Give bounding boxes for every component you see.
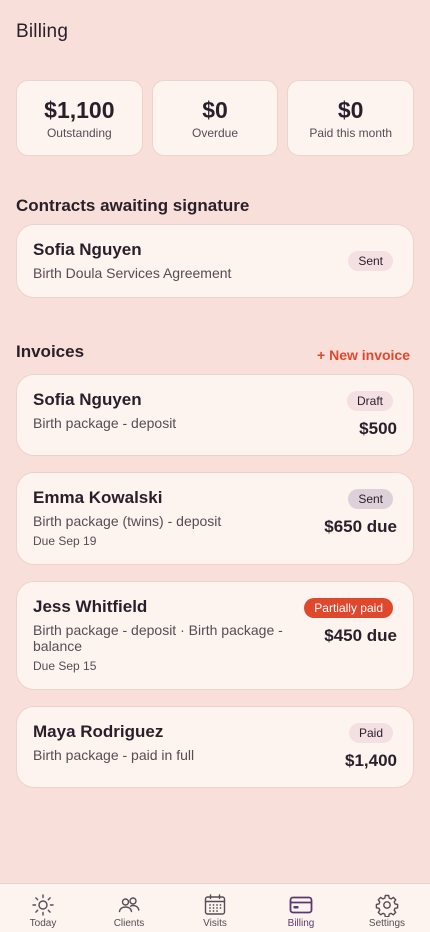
tab-settings[interactable]: Settings: [344, 884, 430, 932]
invoice-amount: $500: [359, 419, 397, 438]
invoice-card[interactable]: Maya Rodriguez Birth package - paid in f…: [16, 706, 414, 788]
client-name: Sofia Nguyen: [33, 390, 142, 409]
invoice-amount: $450 due: [324, 626, 397, 645]
tab-label: Visits: [203, 918, 227, 929]
gear-icon: [375, 894, 399, 917]
contracts-section-title: Contracts awaiting signature: [16, 196, 250, 215]
tab-bar: Today Clients Visits Billing Settings: [0, 883, 430, 932]
status-badge: Sent: [348, 251, 393, 271]
invoices-section-title: Invoices: [16, 342, 85, 361]
stat-label: Outstanding: [46, 126, 112, 140]
card-icon: [289, 896, 313, 914]
tab-visits[interactable]: Visits: [172, 884, 258, 932]
invoice-description: Birth package - deposit · Birth package …: [33, 622, 283, 654]
description-line: balance: [33, 638, 83, 654]
invoice-description: Birth package - paid in full: [33, 747, 195, 763]
stat-overdue[interactable]: $0 Overdue: [151, 80, 279, 156]
invoice-card[interactable]: Emma Kowalski Birth package (twins) - de…: [16, 472, 414, 565]
invoice-amount: $650 due: [324, 517, 397, 536]
page-title: Billing: [16, 21, 69, 42]
due-date: Due Sep 15: [33, 659, 97, 673]
invoice-card[interactable]: Jess Whitfield Birth package - deposit ·…: [16, 581, 414, 690]
people-icon: [118, 897, 140, 913]
tab-label: Billing: [287, 918, 315, 929]
stats-row: $1,100 Outstanding $0 Overdue $0 Paid th…: [16, 80, 415, 156]
new-invoice-button[interactable]: + New invoice: [317, 347, 410, 363]
client-name: Jess Whitfield: [33, 597, 148, 616]
status-badge: Partially paid: [304, 598, 393, 618]
stat-value: $0: [337, 97, 364, 123]
description-line: Birth package - deposit · Birth package …: [33, 622, 283, 638]
stat-value: $1,100: [44, 97, 115, 123]
stat-label: Overdue: [191, 126, 239, 140]
client-name: Emma Kowalski: [33, 488, 163, 507]
tab-billing[interactable]: Billing: [258, 884, 344, 932]
stat-value: $0: [202, 97, 228, 123]
tab-label: Clients: [113, 918, 145, 929]
tab-label: Settings: [368, 918, 406, 929]
invoice-description: Birth package - deposit: [33, 415, 177, 431]
calendar-icon: [204, 894, 226, 915]
invoice-amount: $1,400: [345, 751, 397, 770]
stat-paid-this-month[interactable]: $0 Paid this month: [287, 80, 415, 156]
client-name: Sofia Nguyen: [33, 240, 142, 259]
tab-today[interactable]: Today: [0, 884, 86, 932]
invoice-description: Birth package (twins) - deposit: [33, 513, 222, 529]
tab-clients[interactable]: Clients: [86, 884, 172, 932]
status-badge: Sent: [348, 489, 393, 509]
tab-label: Today: [29, 918, 57, 929]
status-badge: Paid: [348, 723, 393, 743]
invoice-card[interactable]: Sofia Nguyen Birth package - deposit Dra…: [16, 374, 414, 456]
due-date: Due Sep 19: [33, 534, 97, 548]
contract-description: Birth Doula Services Agreement: [33, 265, 232, 281]
stat-outstanding[interactable]: $1,100 Outstanding: [16, 80, 143, 156]
contract-card[interactable]: Sofia Nguyen Birth Doula Services Agreem…: [16, 224, 414, 298]
stat-label: Paid this month: [309, 126, 393, 140]
sun-icon: [32, 894, 54, 916]
status-badge: Draft: [346, 391, 393, 411]
client-name: Maya Rodriguez: [33, 722, 164, 741]
